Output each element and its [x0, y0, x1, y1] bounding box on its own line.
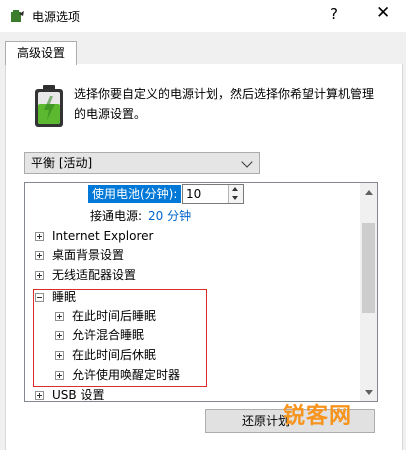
scroll-down-button[interactable] [360, 384, 377, 401]
settings-tree[interactable]: 使用电池(分钟): 10 接通电源: 20 分钟 Internet Explore… [24, 182, 378, 402]
help-button[interactable]: ? [330, 5, 338, 23]
title-bar: 电源选项 ? ✕ [0, 0, 406, 32]
plugged-in-value[interactable]: 20 分钟 [148, 209, 191, 223]
on-battery-label[interactable]: 使用电池(分钟): [88, 185, 182, 203]
stepper-up-icon[interactable] [232, 187, 238, 191]
window-title: 电源选项 [32, 10, 81, 24]
chevron-down-icon [241, 156, 253, 168]
tree-item-desktop-background[interactable]: 桌面背景设置 [35, 246, 124, 264]
intro-text: 选择你要自定义的电源计划，然后选择你希望计算机管理的电源设置。 [74, 87, 375, 121]
plugged-in-row: 接通电源: 20 分钟 [90, 207, 191, 224]
tab-advanced-settings[interactable]: 高级设置 [5, 41, 77, 65]
stepper-down-icon[interactable] [232, 196, 238, 200]
tree-item-label: USB 设置 [52, 388, 105, 402]
power-plan-dropdown[interactable]: 平衡 [活动] [24, 152, 260, 174]
tree-item-label: Internet Explorer [52, 229, 154, 243]
vertical-scrollbar[interactable] [360, 183, 377, 401]
tree-item-internet-explorer[interactable]: Internet Explorer [35, 227, 153, 245]
scroll-up-button[interactable] [360, 183, 377, 200]
expand-icon[interactable] [35, 232, 44, 241]
sleep-highlight-box [33, 289, 207, 387]
tree-item-wireless-adapter[interactable]: 无线适配器设置 [35, 266, 136, 284]
arrow-up-icon [365, 190, 373, 195]
scroll-thumb[interactable] [362, 223, 375, 313]
expand-icon[interactable] [35, 271, 44, 280]
tree-item-label: 桌面背景设置 [52, 248, 125, 262]
power-plan-selected: 平衡 [活动] [31, 156, 93, 170]
watermark-logo: 锐客网 [283, 404, 353, 429]
expand-icon[interactable] [35, 251, 44, 260]
close-button[interactable]: ✕ [376, 3, 390, 23]
tree-item-usb-settings[interactable]: USB 设置 [35, 386, 105, 402]
stepper-buttons[interactable] [228, 185, 243, 203]
power-options-app-icon [11, 10, 24, 22]
battery-icon [35, 85, 63, 127]
arrow-down-icon [365, 390, 373, 395]
tree-item-label: 无线适配器设置 [52, 268, 137, 282]
on-battery-minutes-stepper[interactable]: 10 [182, 184, 244, 204]
expand-icon[interactable] [35, 391, 44, 400]
plugged-in-label: 接通电源: [90, 209, 143, 223]
on-battery-minutes-value[interactable]: 10 [186, 185, 201, 203]
